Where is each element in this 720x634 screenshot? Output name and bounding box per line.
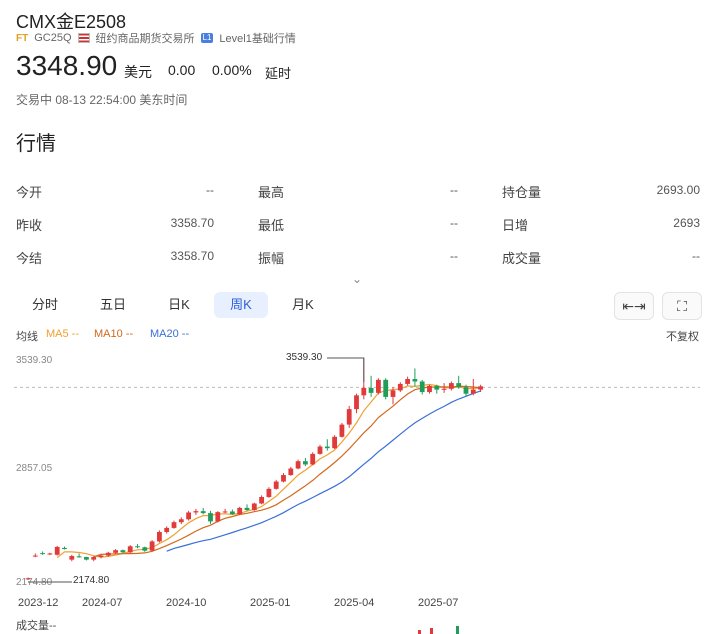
candle-body <box>376 379 381 393</box>
candle-body <box>463 387 469 394</box>
candle-body <box>405 379 410 384</box>
candle-body <box>288 468 294 476</box>
candle-body <box>441 388 447 390</box>
candle-body <box>105 552 111 556</box>
candle-body <box>113 550 118 553</box>
candle-body <box>303 461 308 465</box>
candle-body <box>237 507 243 515</box>
candle-body <box>244 507 250 511</box>
candle-body <box>434 385 440 390</box>
candle-body <box>47 553 53 555</box>
candle-body <box>397 383 403 391</box>
volume-bar <box>456 626 459 634</box>
candle-body <box>54 546 60 555</box>
candle-body <box>368 387 374 393</box>
candle-body <box>208 513 213 522</box>
volume-bar <box>430 628 433 634</box>
candle-body <box>412 379 418 382</box>
candle-body <box>62 547 67 550</box>
candle-body <box>361 387 367 396</box>
candle-body <box>324 446 330 449</box>
candlestick-chart <box>14 357 700 634</box>
candle-body <box>149 541 155 551</box>
candle-body <box>69 556 75 560</box>
candle-body <box>427 385 432 393</box>
candle-body <box>419 381 425 393</box>
candle-body <box>120 550 126 553</box>
candle-body <box>281 475 286 482</box>
candle-body <box>332 436 337 449</box>
candle-body <box>317 446 323 454</box>
candle-body <box>449 383 454 389</box>
candle-body <box>32 555 38 557</box>
candle-body <box>230 511 235 515</box>
candle-body <box>273 481 279 489</box>
candle-body <box>186 512 191 520</box>
candle-body <box>171 522 177 528</box>
candle-body <box>76 556 82 558</box>
ma5-line <box>56 383 481 559</box>
candle-body <box>310 453 316 465</box>
candle-body <box>98 555 104 558</box>
candle-body <box>339 424 345 437</box>
candle-body <box>164 527 170 532</box>
candle-body <box>251 503 257 511</box>
candle-body <box>346 409 352 425</box>
candle-body <box>354 395 359 410</box>
candle-body <box>259 496 264 504</box>
candle-body <box>84 557 89 560</box>
candle-body <box>215 512 221 522</box>
candle-body <box>200 511 206 514</box>
candle-body <box>178 519 184 523</box>
candle-body <box>91 557 97 560</box>
candle-body <box>142 547 148 551</box>
candle-body <box>25 578 31 580</box>
candle-body <box>295 461 301 469</box>
ma10-line <box>93 385 481 558</box>
candle-body <box>222 511 228 513</box>
candle-body <box>470 389 476 394</box>
candle-body <box>40 553 45 555</box>
volume-bar <box>418 630 421 634</box>
candle-body <box>390 390 396 397</box>
candle-body <box>266 488 272 497</box>
candle-body <box>478 386 483 390</box>
candle-body <box>157 531 162 542</box>
candle-body <box>383 379 389 397</box>
candle-body <box>456 383 462 388</box>
candle-body <box>127 546 133 553</box>
max-marker-line <box>327 357 365 383</box>
candle-body <box>193 511 199 513</box>
candle-body <box>135 546 140 548</box>
